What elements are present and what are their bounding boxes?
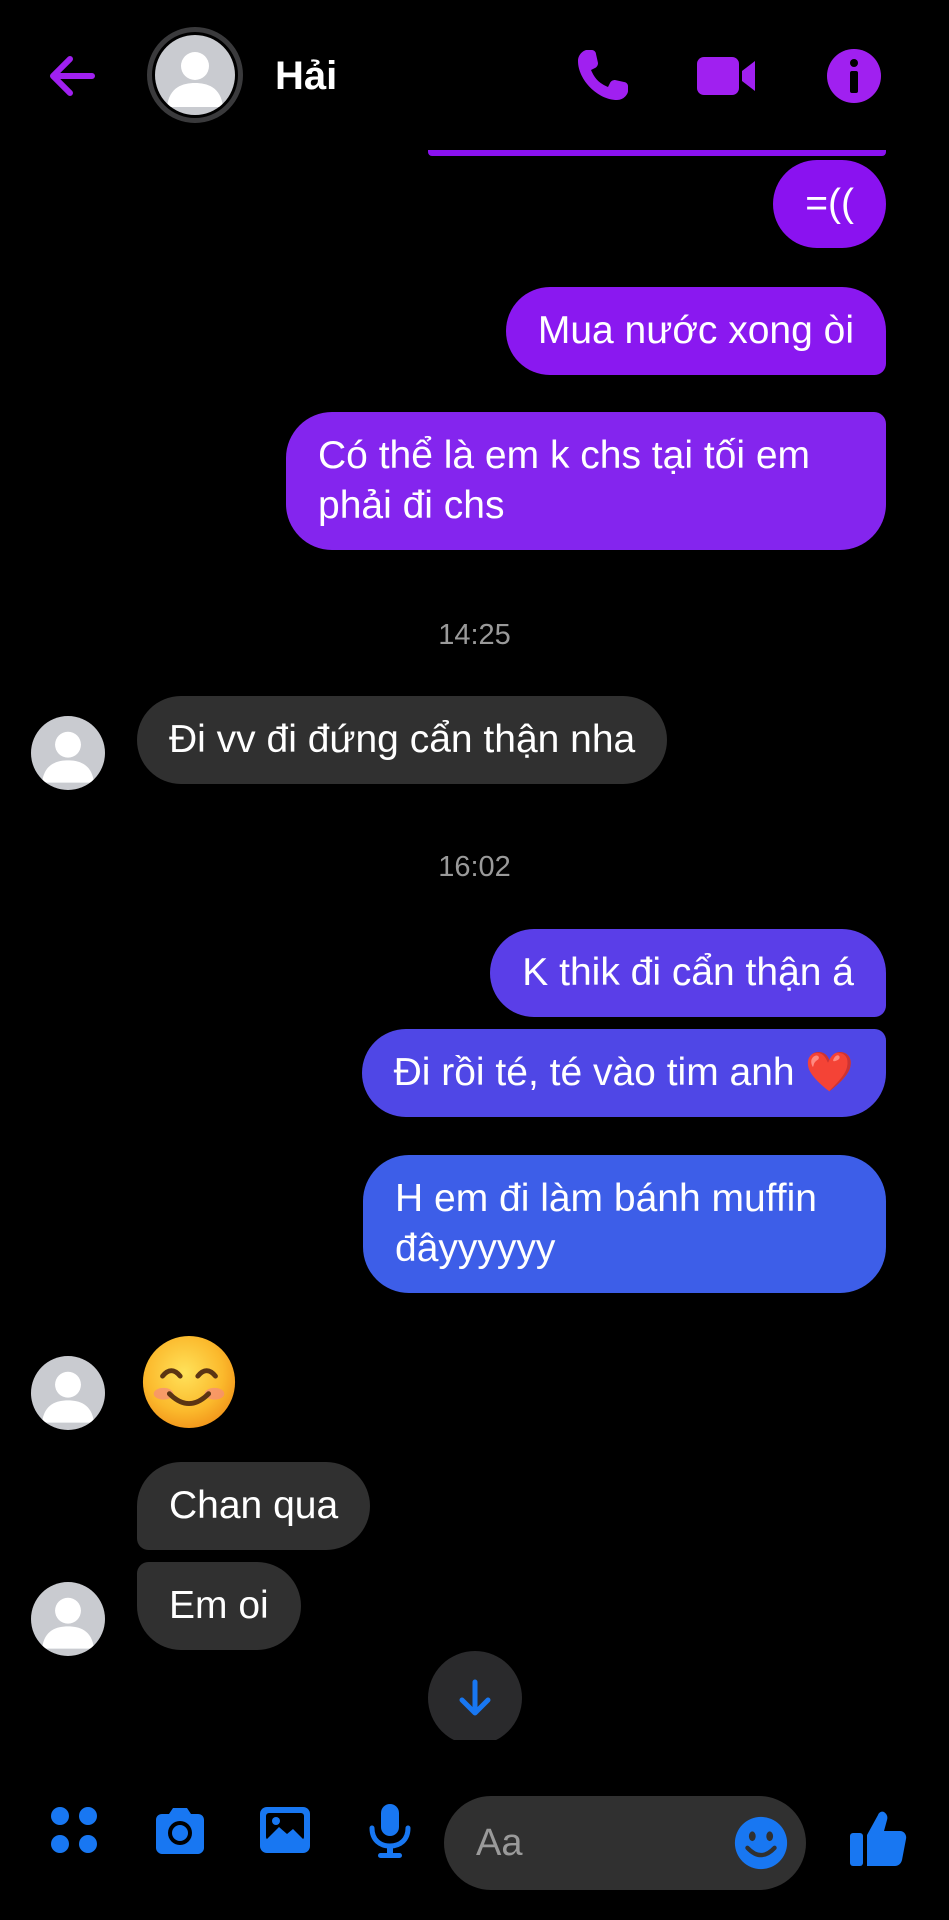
emoji-button[interactable] [732,1814,790,1872]
gallery-button[interactable] [255,1800,315,1860]
back-button[interactable] [42,46,102,106]
camera-icon [156,1808,204,1854]
received-message[interactable]: Em oi [137,1562,301,1650]
info-icon [827,49,881,103]
thumbs-up-icon [850,1811,907,1866]
default-avatar-icon [42,1371,94,1423]
sent-message[interactable]: Mua nước xong òi [505,287,886,375]
timestamp: 14:25 [438,619,511,651]
contact-avatar-small[interactable] [31,716,105,790]
sent-message[interactable]: =(( [773,160,886,248]
voice-call-button[interactable] [570,44,634,108]
video-camera-icon [697,57,755,95]
smiling-face-emoji[interactable] [140,1333,238,1431]
default-avatar-icon [42,731,94,783]
image-icon [260,1807,310,1853]
messenger-chat-screen: Hải =(( Mua nước xong òi Có thể là em k … [0,0,949,1920]
smiling-face-emoji-icon [142,1335,236,1429]
contact-avatar-small[interactable] [31,1356,105,1430]
received-message[interactable]: Chan qua [137,1462,371,1550]
contact-avatar[interactable] [147,27,243,123]
arrow-down-icon [459,1679,491,1716]
microphone-icon [369,1804,411,1858]
video-call-button[interactable] [695,44,759,108]
apps-icon [51,1807,97,1853]
camera-button[interactable] [150,1800,210,1860]
message-composer [0,1750,949,1920]
more-actions-button[interactable] [44,1800,104,1860]
chat-header: Hải [0,0,949,150]
sent-message[interactable]: Đi rồi té, té vào tim anh ❤️ [361,1029,886,1117]
default-avatar-icon [155,35,235,115]
emoji-icon [734,1816,788,1870]
info-button[interactable] [822,44,886,108]
sent-message[interactable]: H em đi làm bánh muffin đâyyyyyy [363,1155,886,1293]
sent-message[interactable]: Có thể là em k chs tại tối em phải đi ch… [286,412,886,550]
contact-avatar-small[interactable] [31,1582,105,1656]
contact-name[interactable]: Hải [275,52,337,100]
received-message[interactable]: Đi vv đi đứng cẩn thận nha [137,696,668,784]
like-button[interactable] [846,1806,910,1870]
sent-message[interactable]: K thik đi cẩn thận á [490,929,886,1017]
timestamp: 16:02 [438,851,511,883]
voice-record-button[interactable] [360,1800,420,1860]
arrow-left-icon [50,56,95,96]
scroll-to-bottom-button[interactable] [428,1651,522,1740]
message-list[interactable]: =(( Mua nước xong òi Có thể là em k chs … [0,150,949,1740]
previous-message-edge [428,150,886,156]
phone-icon [578,50,628,100]
default-avatar-icon [42,1597,94,1649]
